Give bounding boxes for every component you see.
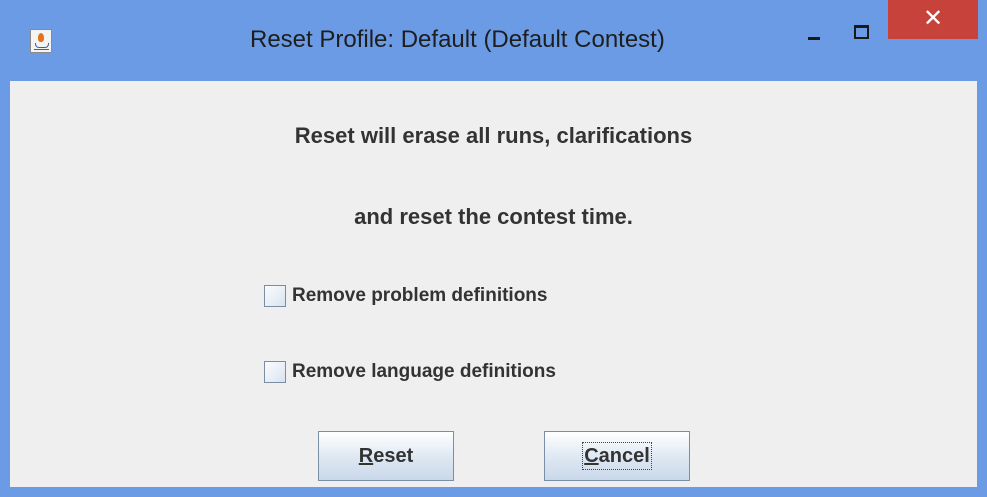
remove-language-definitions-option[interactable]: Remove language definitions	[264, 359, 556, 385]
window-title: Reset Profile: Default (Default Contest)	[250, 26, 665, 53]
minimize-button[interactable]	[797, 20, 831, 50]
remove-problem-definitions-checkbox[interactable]	[264, 285, 286, 307]
dialog-window: Reset Profile: Default (Default Contest)…	[0, 0, 987, 497]
maximize-icon	[854, 25, 869, 39]
remove-problem-definitions-label[interactable]: Remove problem definitions	[292, 285, 547, 307]
warning-message-line2: and reset the contest time.	[354, 204, 633, 229]
cancel-button[interactable]: Cancel	[544, 431, 690, 481]
java-icon[interactable]	[30, 29, 52, 53]
reset-mnemonic: R	[358, 445, 374, 467]
close-icon: ✕	[922, 4, 944, 32]
warning-message-line1: Reset will erase all runs, clarification…	[294, 123, 693, 148]
reset-button[interactable]: Reset	[318, 431, 454, 481]
title-bar[interactable]: Reset Profile: Default (Default Contest)…	[0, 0, 987, 80]
maximize-button[interactable]	[843, 20, 877, 50]
remove-problem-definitions-option[interactable]: Remove problem definitions	[264, 283, 547, 309]
cancel-focus-ring: Cancel	[582, 442, 652, 470]
close-button[interactable]: ✕	[888, 0, 978, 39]
window-bottom-border	[0, 487, 987, 497]
remove-language-definitions-label[interactable]: Remove language definitions	[292, 361, 556, 383]
reset-label-rest: eset	[373, 445, 414, 467]
cancel-mnemonic: C	[584, 445, 599, 467]
remove-language-definitions-checkbox[interactable]	[264, 361, 286, 383]
minimize-icon	[808, 37, 820, 40]
cancel-label-rest: ancel	[598, 445, 650, 467]
dialog-content: Reset will erase all runs, clarification…	[10, 81, 977, 487]
